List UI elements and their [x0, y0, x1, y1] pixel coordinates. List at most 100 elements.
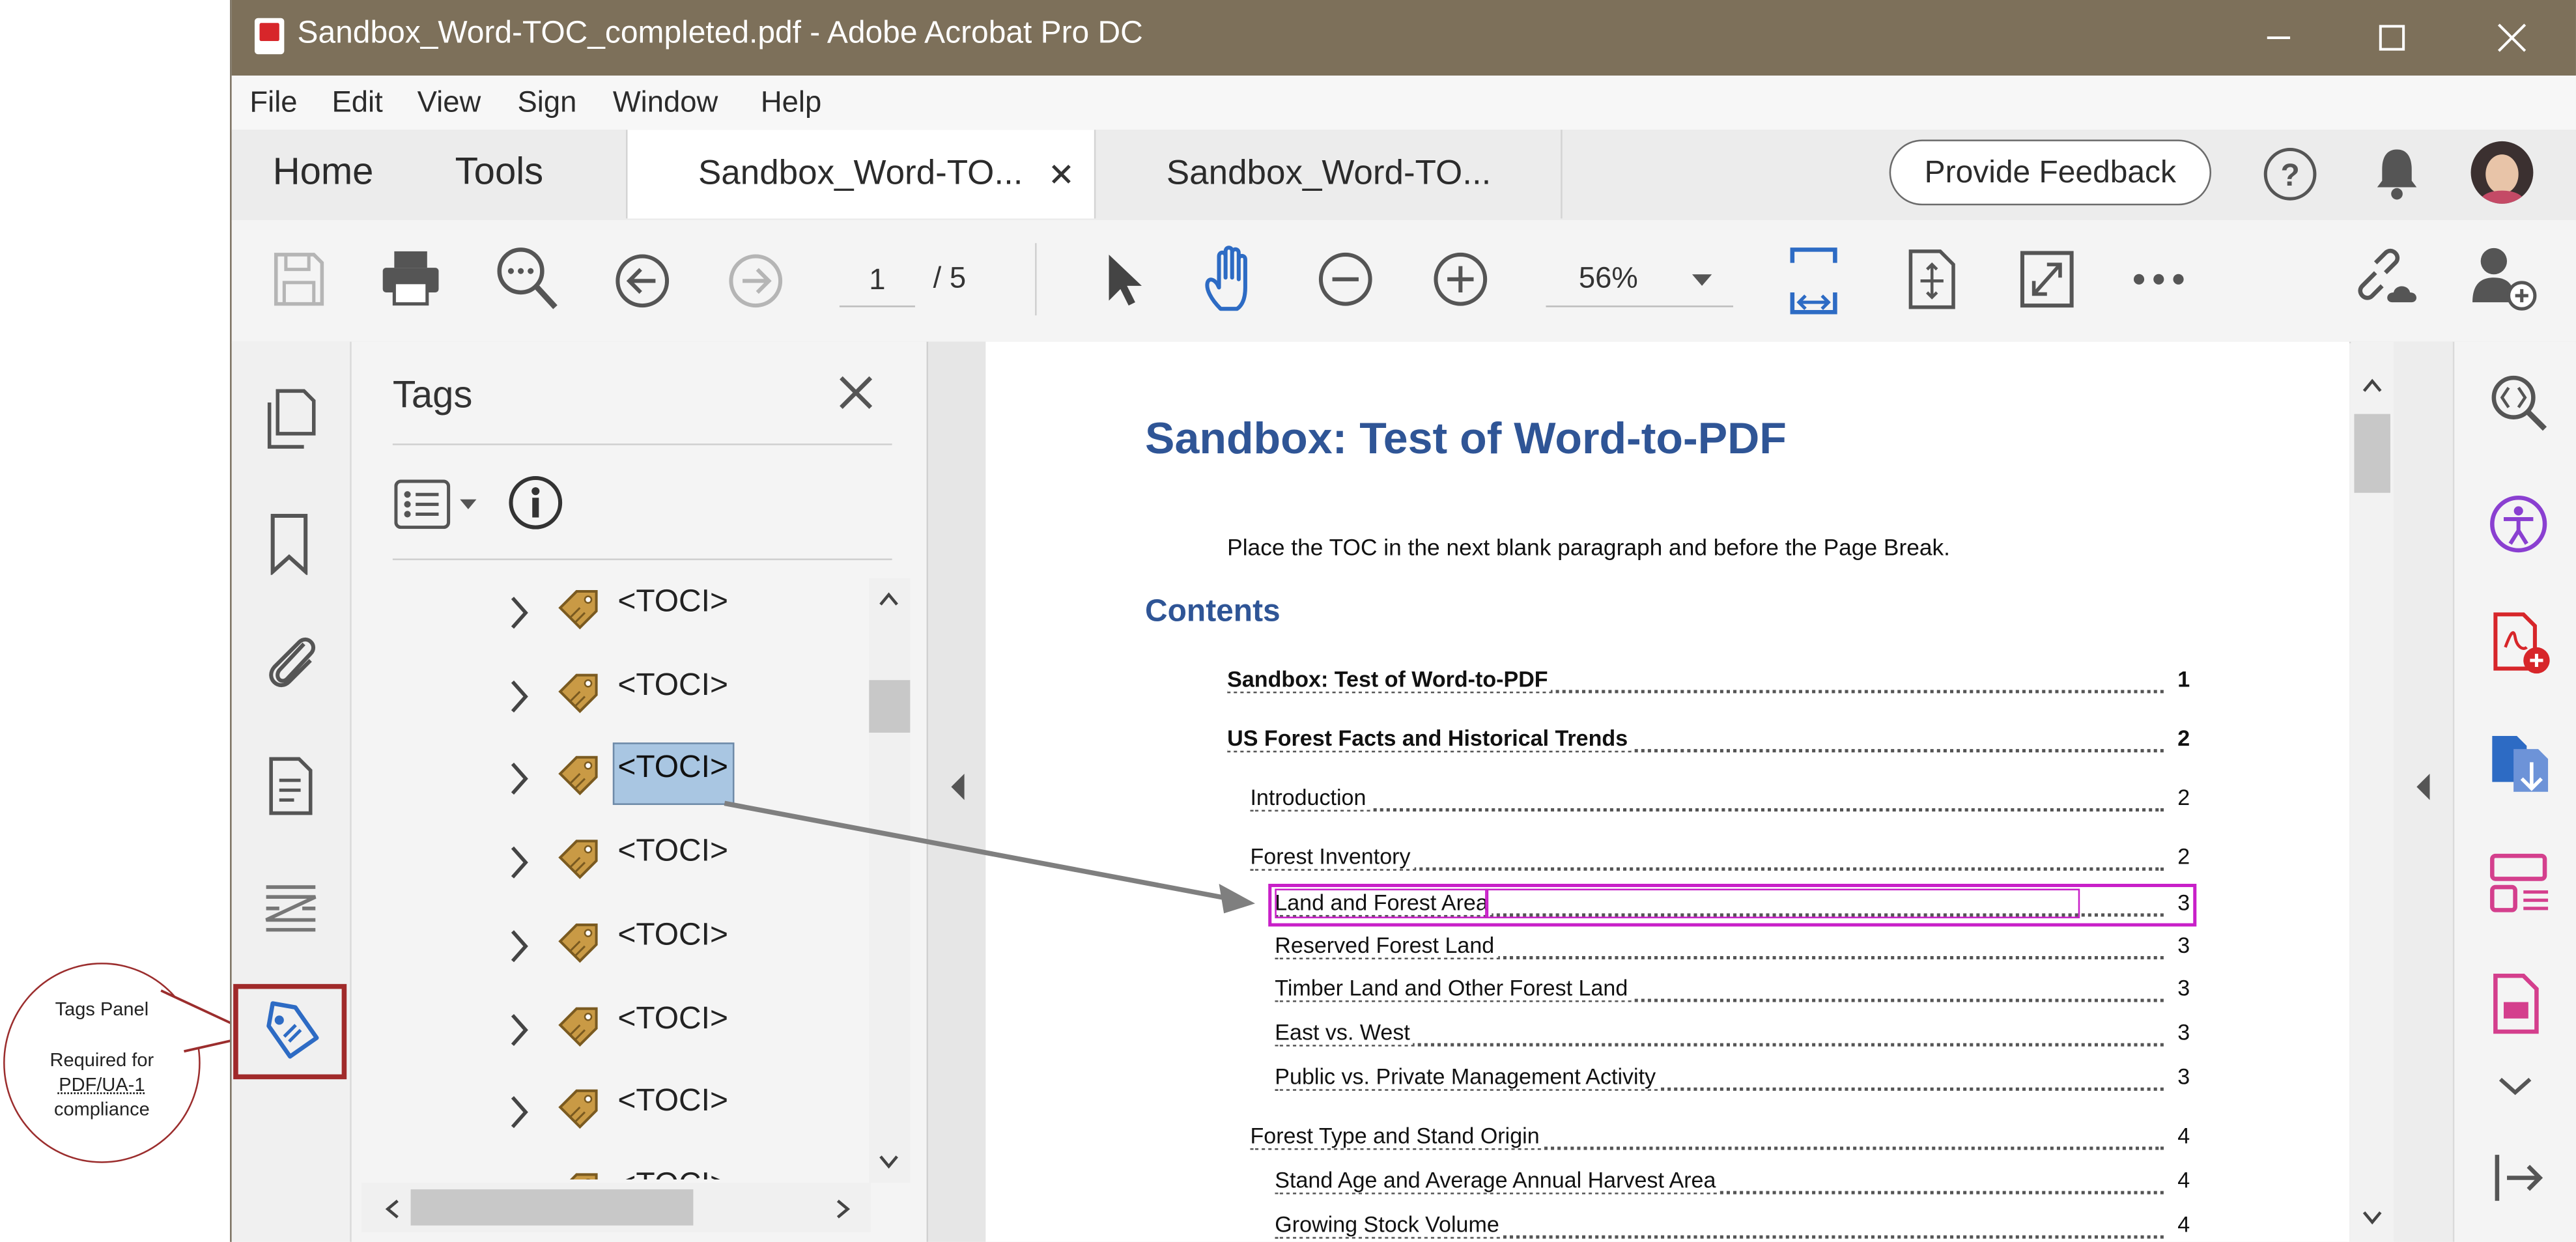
tab-tools[interactable]: Tools — [455, 150, 543, 194]
tag-tree-hscrollbar[interactable] — [361, 1183, 871, 1232]
toc-entry[interactable]: Stand Age and Average Annual Harvest Are… — [1275, 1168, 2190, 1200]
more-tools-icon[interactable] — [2130, 270, 2187, 289]
hand-tool-icon[interactable] — [1201, 243, 1267, 315]
organize-pages-icon[interactable] — [2487, 851, 2553, 917]
scroll-thumb[interactable] — [869, 680, 911, 733]
options-menu-icon[interactable] — [394, 479, 483, 529]
maximize-button[interactable] — [2368, 13, 2417, 63]
tag-label[interactable]: <TOCI> — [617, 585, 728, 621]
select-cursor-icon[interactable] — [1099, 248, 1145, 311]
toc-entry[interactable]: Forest Type and Stand Origin 4 — [1250, 1123, 2190, 1156]
toc-entry[interactable]: Reserved Forest Land 3 — [1275, 933, 2190, 966]
expand-chevron-icon[interactable] — [507, 1094, 530, 1130]
content-icon[interactable] — [266, 755, 316, 818]
next-page-icon[interactable] — [726, 251, 786, 311]
tab-home[interactable]: Home — [273, 150, 374, 194]
tag-properties-info-icon[interactable] — [507, 475, 563, 531]
hscroll-thumb[interactable] — [410, 1189, 694, 1226]
menu-edit[interactable]: Edit — [332, 85, 383, 120]
toc-entry[interactable]: East vs. West 3 — [1275, 1020, 2190, 1052]
menu-window[interactable]: Window — [613, 85, 718, 120]
tag-tree-scrollbar[interactable] — [869, 578, 911, 1183]
fit-width-icon[interactable] — [1786, 243, 1842, 318]
page-number-input[interactable]: 1 — [839, 253, 915, 307]
menu-file[interactable]: File — [249, 85, 297, 120]
tag-tree-row[interactable]: <TOCI> — [352, 741, 877, 820]
help-icon[interactable]: ? — [2262, 146, 2318, 202]
tag-tree-row[interactable]: <TOCI> — [352, 992, 877, 1071]
expand-chevron-icon[interactable] — [507, 761, 530, 797]
doc-scroll-down-icon[interactable] — [2362, 1209, 2382, 1225]
document-tab-inactive[interactable]: Sandbox_Word-TO... — [1096, 130, 1563, 219]
minimize-button[interactable] — [2254, 13, 2304, 63]
user-avatar[interactable] — [2470, 141, 2534, 204]
more-tools-chevron-icon[interactable] — [2497, 1075, 2533, 1097]
toc-entry[interactable]: Timber Land and Other Forest Land 3 — [1275, 976, 2190, 1008]
toc-entry[interactable]: Sandbox: Test of Word-to-PDF 1 — [1227, 667, 2190, 699]
scroll-up-icon[interactable] — [879, 591, 898, 608]
toc-entry[interactable]: Growing Stock Volume 4 — [1275, 1212, 2190, 1241]
expand-chevron-icon[interactable] — [507, 595, 530, 630]
create-pdf-icon[interactable] — [2491, 611, 2553, 677]
zoom-level-select[interactable]: 56% — [1546, 253, 1734, 307]
close-window-button[interactable] — [2487, 13, 2537, 63]
tag-label[interactable]: <TOCI> — [617, 669, 728, 705]
save-icon[interactable] — [271, 249, 327, 309]
doc-scroll-thumb[interactable] — [2354, 414, 2390, 493]
share-link-icon[interactable] — [2353, 246, 2425, 312]
menu-view[interactable]: View — [418, 85, 481, 120]
tag-tree-row[interactable]: <TOCI> — [352, 1075, 877, 1153]
order-icon[interactable] — [261, 877, 320, 940]
tags-rail-button[interactable] — [233, 983, 347, 1080]
expand-chevron-icon[interactable] — [507, 1178, 530, 1179]
zoom-out-icon[interactable] — [1316, 249, 1375, 309]
notifications-bell-icon[interactable] — [2372, 145, 2422, 204]
scroll-left-icon[interactable] — [384, 1199, 401, 1219]
tag-tree-row[interactable]: <TOCI> — [352, 825, 877, 903]
tag-tree-row[interactable]: <TOCI> — [352, 575, 877, 654]
add-user-icon[interactable] — [2469, 243, 2538, 312]
tag-label[interactable]: <TOCI> — [617, 1168, 728, 1179]
expand-chevron-icon[interactable] — [507, 679, 530, 714]
search-tools-icon[interactable] — [2487, 371, 2550, 434]
search-icon[interactable] — [494, 245, 560, 314]
toc-entry[interactable]: Introduction 2 — [1250, 785, 2190, 818]
page-thumbnails-icon[interactable] — [264, 388, 320, 453]
tag-tree-row[interactable]: <TOCI> — [352, 909, 877, 987]
full-screen-icon[interactable] — [2017, 248, 2076, 311]
tag-label[interactable]: <TOCI> — [617, 1002, 728, 1038]
toc-entry[interactable]: Forest Inventory 2 — [1250, 844, 2190, 877]
scroll-right-icon[interactable] — [834, 1199, 851, 1219]
close-panel-icon[interactable] — [838, 374, 873, 410]
export-pdf-icon[interactable] — [2487, 729, 2553, 795]
expand-chevron-icon[interactable] — [507, 928, 530, 964]
edit-pdf-icon[interactable] — [2491, 972, 2547, 1038]
expand-chevron-icon[interactable] — [507, 844, 530, 880]
tag-label[interactable]: <TOCI> — [612, 742, 735, 805]
document-tab-active[interactable]: Sandbox_Word-TO... — [625, 130, 1096, 219]
accessibility-icon[interactable] — [2487, 493, 2550, 556]
close-tab-icon[interactable] — [1050, 163, 1073, 186]
toc-entry[interactable]: Public vs. Private Management Activity 3 — [1275, 1064, 2190, 1097]
document-scrollbar[interactable] — [2351, 341, 2394, 1242]
bookmarks-icon[interactable] — [268, 513, 311, 575]
expand-right-panel-icon[interactable] — [2413, 772, 2433, 801]
provide-feedback-button[interactable]: Provide Feedback — [1889, 139, 2212, 206]
previous-page-icon[interactable] — [613, 251, 672, 311]
expand-chevron-icon[interactable] — [507, 1012, 530, 1048]
collapse-left-panel-icon[interactable] — [948, 772, 967, 801]
tag-tree-row[interactable]: <TOCI> — [352, 1158, 877, 1180]
toc-entry[interactable]: US Forest Facts and Historical Trends 2 — [1227, 726, 2190, 759]
zoom-in-icon[interactable] — [1431, 249, 1490, 309]
tag-label[interactable]: <TOCI> — [617, 834, 728, 870]
collapse-rail-icon[interactable] — [2491, 1150, 2547, 1206]
doc-scroll-up-icon[interactable] — [2362, 378, 2382, 394]
print-icon[interactable] — [380, 246, 442, 309]
attachments-icon[interactable] — [264, 631, 320, 697]
fit-page-icon[interactable] — [1904, 245, 1960, 314]
tag-label[interactable]: <TOCI> — [617, 1084, 728, 1120]
scroll-down-icon[interactable] — [879, 1153, 898, 1170]
menu-sign[interactable]: Sign — [518, 85, 577, 120]
tag-label[interactable]: <TOCI> — [617, 918, 728, 954]
menu-help[interactable]: Help — [761, 85, 821, 120]
